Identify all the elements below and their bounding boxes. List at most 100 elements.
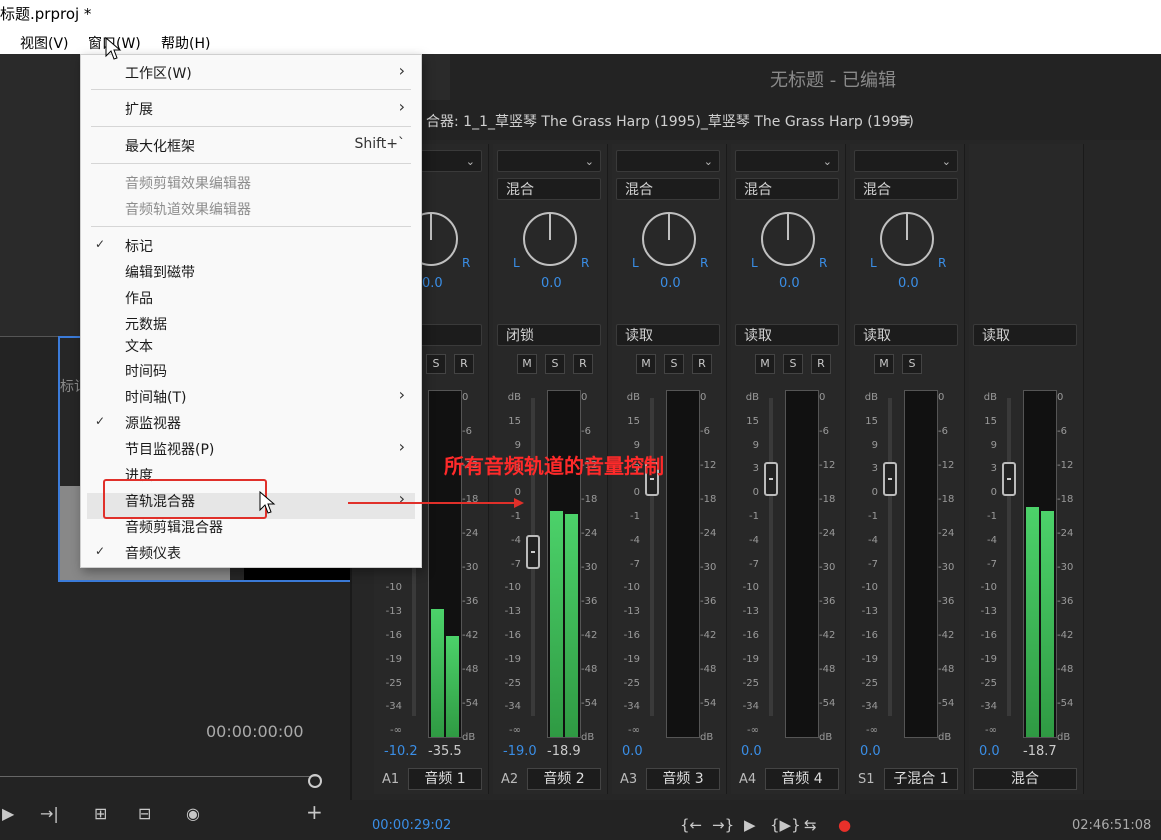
scale-left-tick: dB [745, 392, 759, 403]
level-meter [666, 390, 700, 738]
menu-item[interactable]: 标记 [125, 236, 153, 256]
effect-slot[interactable]: ⌄ [854, 150, 958, 172]
effect-slot[interactable]: ⌄ [616, 150, 720, 172]
record-arm-button[interactable]: R [692, 354, 712, 374]
menu-item[interactable]: 元数据 [125, 314, 167, 334]
menu-item[interactable]: 音频仪表 [125, 543, 181, 563]
solo-button[interactable]: S [902, 354, 922, 374]
effect-slot[interactable]: ⌄ [497, 150, 601, 172]
effect-slot[interactable]: ⌄ [735, 150, 839, 172]
step-forward-icon[interactable]: →| [40, 804, 59, 823]
pan-knob[interactable] [880, 212, 934, 266]
go-to-in-icon[interactable]: {← [680, 816, 702, 834]
track-name[interactable]: 子混合 1 [884, 768, 958, 790]
camera-icon[interactable]: ◉ [186, 804, 200, 823]
play-icon[interactable]: ▶ [2, 804, 14, 823]
menu-separator [91, 226, 411, 227]
panel-menu-icon[interactable]: ≡ [898, 110, 911, 129]
pan-knob[interactable] [761, 212, 815, 266]
automation-dropdown[interactable]: 读取 [616, 324, 720, 346]
record-arm-button[interactable]: R [573, 354, 593, 374]
mode-dropdown[interactable]: 混合 [497, 178, 601, 200]
automation-dropdown[interactable]: 读取 [973, 324, 1077, 346]
insert-icon[interactable]: ⊞ [94, 804, 107, 823]
volume-fader[interactable] [526, 534, 540, 569]
scale-left-tick: -16 [623, 630, 640, 641]
track-name[interactable]: 音频 1 [408, 768, 482, 790]
track-name[interactable]: 音频 3 [646, 768, 720, 790]
menu-item[interactable]: 源监视器 [125, 413, 181, 433]
volume-value[interactable]: 0.0 [860, 744, 881, 759]
scale-left-tick: -7 [630, 558, 640, 570]
solo-button[interactable]: S [664, 354, 684, 374]
mode-dropdown[interactable]: 混合 [735, 178, 839, 200]
menu-item[interactable]: 音轨混合器 [125, 491, 195, 511]
volume-fader[interactable] [883, 461, 897, 496]
pan-right-label: R [581, 256, 590, 270]
mode-dropdown[interactable]: 混合 [616, 178, 720, 200]
volume-fader[interactable] [764, 461, 778, 496]
record-icon[interactable]: ● [838, 816, 851, 834]
record-arm-button[interactable]: R [454, 354, 474, 374]
track-name[interactable]: 音频 4 [765, 768, 839, 790]
mute-button[interactable]: M [874, 354, 894, 374]
add-icon[interactable]: + [306, 800, 323, 824]
menu-item[interactable]: 音频剪辑混合器 [125, 517, 223, 537]
scale-left-tick: -4 [868, 534, 878, 546]
menu-view[interactable]: 视图(V) [20, 33, 69, 53]
scale-right-tick: -30 [462, 562, 479, 573]
pan-value[interactable]: 0.0 [660, 276, 681, 291]
menu-item[interactable]: 时间轴(T) [125, 387, 186, 407]
loop-icon[interactable]: ⇆ [804, 816, 817, 834]
scale-left-tick: -13 [504, 606, 521, 618]
mute-button[interactable]: M [755, 354, 775, 374]
pan-knob[interactable] [523, 212, 577, 266]
time-ruler[interactable] [0, 766, 320, 777]
menu-item[interactable]: 工作区(W) [125, 63, 192, 83]
go-to-out-icon[interactable]: →} [712, 816, 734, 834]
pan-value[interactable]: 0.0 [898, 276, 919, 291]
pan-knob[interactable] [642, 212, 696, 266]
volume-value[interactable]: -19.0 [503, 744, 537, 759]
solo-button[interactable]: S [426, 354, 446, 374]
scale-left-tick: -1 [511, 511, 521, 522]
volume-value[interactable]: 0.0 [741, 744, 762, 759]
mode-dropdown[interactable]: 混合 [854, 178, 958, 200]
solo-button[interactable]: S [783, 354, 803, 374]
track-name[interactable]: 音频 2 [527, 768, 601, 790]
menu-item[interactable]: 编辑到磁带 [125, 262, 195, 282]
scale-left-tick: -∞ [509, 725, 521, 737]
scale-left-tick: -7 [868, 558, 878, 570]
current-timecode[interactable]: 00:00:29:02 [372, 818, 451, 833]
scale-right-tick: -24 [581, 528, 598, 539]
volume-value[interactable]: 0.0 [622, 744, 643, 759]
automation-dropdown[interactable]: 读取 [854, 324, 958, 346]
scale-left-tick: -4 [511, 534, 521, 546]
play-in-out-icon[interactable]: {▶} [770, 816, 801, 834]
menu-item[interactable]: 作品 [125, 288, 153, 308]
record-arm-button[interactable]: R [811, 354, 831, 374]
solo-button[interactable]: S [545, 354, 565, 374]
menu-item[interactable]: 最大化框架 [125, 136, 195, 156]
mute-button[interactable]: M [517, 354, 537, 374]
automation-dropdown[interactable]: 闭锁 [497, 324, 601, 346]
volume-value[interactable]: 0.0 [979, 744, 1000, 759]
volume-value[interactable]: -10.2 [384, 744, 418, 759]
menu-item[interactable]: 扩展 [125, 99, 153, 119]
pan-value[interactable]: 0.0 [541, 276, 562, 291]
window-title: 标题.prproj * [0, 5, 92, 23]
playhead-handle[interactable] [308, 774, 322, 788]
track-name[interactable]: 混合 [973, 768, 1077, 790]
pan-value[interactable]: 0.0 [779, 276, 800, 291]
menu-item[interactable]: 节目监视器(P) [125, 439, 214, 459]
automation-dropdown[interactable]: 读取 [735, 324, 839, 346]
menu-help[interactable]: 帮助(H) [161, 33, 210, 53]
pan-value[interactable]: 0.0 [422, 276, 443, 291]
menu-item[interactable]: 时间码 [125, 361, 167, 381]
scale-right-tick: dB [581, 732, 595, 743]
mute-button[interactable]: M [636, 354, 656, 374]
volume-fader[interactable] [1002, 461, 1016, 496]
overwrite-icon[interactable]: ⊟ [138, 804, 151, 823]
menu-item[interactable]: 文本 [125, 336, 153, 356]
play-icon-mixer[interactable]: ▶ [744, 816, 756, 834]
